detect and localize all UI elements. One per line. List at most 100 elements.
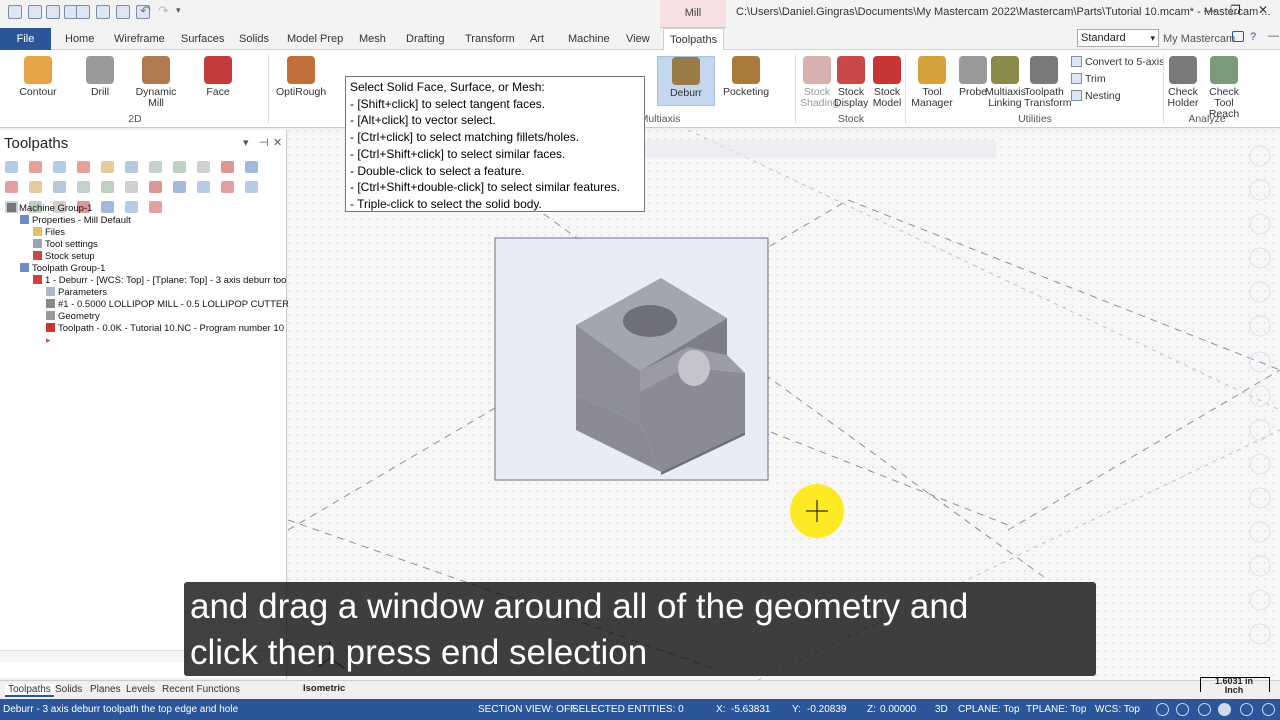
selected-entities-status[interactable]: SELECTED ENTITIES: 0 (572, 704, 684, 715)
pocketing-button[interactable]: Pocketing (722, 56, 770, 98)
restore-icon[interactable]: ❐ (1230, 3, 1241, 17)
tree-node[interactable]: Toolpath - 0.0K - Tutorial 10.NC - Progr… (46, 323, 284, 334)
panel-tool-icon[interactable] (5, 161, 18, 173)
panel-tool-icon[interactable] (101, 161, 114, 173)
panel-menu-icon[interactable]: ▾ (243, 136, 249, 149)
cplane-status[interactable]: CPLANE: Top (958, 704, 1020, 715)
manager-tab-planes[interactable]: Planes (90, 684, 121, 695)
stock-shading-button[interactable]: Stock Shading (800, 56, 839, 109)
tab-transform[interactable]: Transform (459, 28, 521, 50)
panel-tool-icon[interactable] (149, 161, 162, 173)
tab-view[interactable]: View (620, 28, 656, 50)
contour-button[interactable]: Contour (16, 56, 60, 98)
face-button[interactable]: Face (196, 56, 240, 98)
optirough-button[interactable]: OptiRough (276, 56, 326, 98)
panel-tool-icon[interactable] (125, 201, 138, 213)
panel-tool-icon[interactable] (245, 181, 258, 193)
tab-surfaces[interactable]: Surfaces (175, 28, 230, 50)
collapse-ribbon-icon[interactable]: — (1268, 30, 1279, 42)
tab-wireframe[interactable]: Wireframe (108, 28, 171, 50)
panel-tool-icon[interactable] (197, 161, 210, 173)
chat-icon[interactable] (1232, 31, 1244, 42)
globe-icon[interactable] (1156, 703, 1169, 716)
tree-node[interactable]: #1 - 0.5000 LOLLIPOP MILL - 0.5 LOLLIPOP… (46, 299, 289, 310)
open-icon[interactable] (46, 5, 60, 19)
tab-home[interactable]: Home (59, 28, 100, 50)
tab-art[interactable]: Art (524, 28, 550, 50)
autocursor-bar[interactable] (626, 140, 996, 158)
nesting-button[interactable]: Nesting (1071, 90, 1121, 102)
tree-node[interactable]: Parameters (46, 287, 107, 298)
mode-3d-toggle[interactable]: 3D (935, 704, 948, 715)
trim-button[interactable]: Trim (1071, 73, 1106, 85)
panel-tool-icon[interactable] (53, 161, 66, 173)
tree-node[interactable]: Tool settings (33, 239, 98, 250)
wireframe-icon[interactable] (1176, 703, 1189, 716)
tree-node[interactable]: Stock setup (33, 251, 95, 262)
tree-node[interactable]: Files (33, 227, 65, 238)
tree-node[interactable]: Toolpath Group-1 (20, 263, 105, 274)
panel-tool-icon[interactable] (53, 181, 66, 193)
panel-tool-icon[interactable] (125, 161, 138, 173)
tplane-status[interactable]: TPLANE: Top (1026, 704, 1086, 715)
tab-mesh[interactable]: Mesh (353, 28, 392, 50)
my-mastercam-link[interactable]: My Mastercam (1163, 33, 1235, 45)
minimize-icon[interactable]: — (1204, 3, 1216, 17)
tree-node[interactable]: Properties - Mill Default (20, 215, 131, 226)
panel-tool-icon[interactable] (221, 161, 234, 173)
undo-icon[interactable]: ↶ (140, 3, 151, 19)
help-icon[interactable]: ? (1250, 31, 1256, 43)
customize-chevron-icon[interactable]: ▾ (176, 5, 181, 16)
tab-machine[interactable]: Machine (562, 28, 616, 50)
pin-icon[interactable]: ⊣ (259, 136, 269, 149)
wcs-status[interactable]: WCS: Top (1095, 704, 1140, 715)
panel-tool-icon[interactable] (29, 161, 42, 173)
shading-icon[interactable] (1198, 703, 1211, 716)
print-icon[interactable] (76, 5, 90, 19)
export-icon[interactable] (116, 5, 130, 19)
manager-tab-toolpaths[interactable]: Toolpaths (5, 684, 54, 697)
save-icon[interactable] (28, 5, 42, 19)
panel-tool-icon[interactable] (173, 181, 186, 193)
panel-tool-icon[interactable] (77, 161, 90, 173)
panel-tool-icon[interactable] (29, 181, 42, 193)
panel-tool-icon[interactable] (245, 161, 258, 173)
stock-model-button[interactable]: Stock Model (870, 56, 904, 109)
manager-tab-levels[interactable]: Levels (126, 684, 155, 695)
section-view-status[interactable]: SECTION VIEW: OFF (478, 704, 576, 715)
solid-shading-icon[interactable] (1218, 703, 1231, 716)
panel-tool-icon[interactable] (125, 181, 138, 193)
redo-icon[interactable]: ↷ (158, 3, 169, 19)
stock-display-button[interactable]: Stock Display (834, 56, 868, 109)
convert-to-5-axis-button[interactable]: Convert to 5-axis (1071, 56, 1164, 68)
panel-tool-icon[interactable] (173, 161, 186, 173)
view-combo[interactable]: Standard (1077, 29, 1159, 47)
manager-tab-recent-functions[interactable]: Recent Functions (162, 684, 240, 695)
tab-solids[interactable]: Solids (233, 28, 275, 50)
tool-manager-button[interactable]: Tool Manager (910, 56, 954, 109)
panel-tool-icon[interactable] (149, 201, 162, 213)
check-holder-button[interactable]: Check Holder (1165, 56, 1201, 109)
tree-node[interactable]: 1 - Deburr - [WCS: Top] - [Tplane: Top] … (33, 275, 286, 286)
tree-node[interactable]: Geometry (46, 311, 100, 322)
check-tool-reach-button[interactable]: Check Tool Reach (1200, 56, 1248, 120)
panel-tool-icon[interactable] (149, 181, 162, 193)
translucency-icon[interactable] (1262, 703, 1275, 716)
tab-toolpaths[interactable]: Toolpaths (663, 28, 725, 51)
new-icon[interactable] (8, 5, 22, 19)
deburr-button[interactable]: Deburr (657, 56, 715, 106)
dynamic-mill-button[interactable]: Dynamic Mill (128, 56, 184, 109)
panel-tool-icon[interactable] (5, 181, 18, 193)
tab-file[interactable]: File (0, 28, 51, 50)
tree-node[interactable]: Machine Group-1 (7, 203, 92, 214)
panel-tool-icon[interactable] (197, 181, 210, 193)
panel-tool-icon[interactable] (101, 201, 114, 213)
panel-close-icon[interactable]: ✕ (273, 136, 282, 149)
panel-tool-icon[interactable] (221, 181, 234, 193)
tab-model-prep[interactable]: Model Prep (281, 28, 349, 50)
multiaxis-linking-button[interactable]: Multiaxis Linking (985, 56, 1026, 109)
close-icon[interactable]: ✕ (1258, 3, 1268, 17)
manager-tab-solids[interactable]: Solids (55, 684, 82, 695)
display-mode-icon[interactable] (1240, 703, 1253, 716)
panel-tool-icon[interactable] (77, 181, 90, 193)
